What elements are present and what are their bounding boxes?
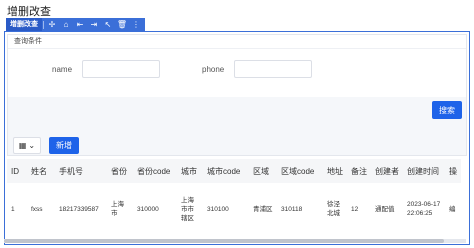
designer-toolbar: 增删改查 ✢ ⌂ ⇤ ⇥ ↖ 🗑 ⋮ [6, 18, 145, 31]
column-header: 备注 [347, 159, 371, 183]
cell-remark: 12 [351, 205, 359, 213]
move-icon[interactable]: ✢ [45, 18, 59, 31]
cell-province-code: 310000 [137, 205, 159, 213]
chevron-down-icon: ⌄ [28, 141, 36, 150]
phone-label: phone [202, 65, 225, 74]
search-panel-title: 查询条件 [8, 35, 466, 49]
column-header: 区域 [249, 159, 277, 183]
cell-province: 上海市 [111, 201, 124, 217]
column-header: ID [7, 159, 27, 183]
edit-link[interactable]: 编 [445, 183, 461, 235]
align-left-icon[interactable]: ⇤ [73, 18, 87, 31]
column-header: 省份code [133, 159, 177, 183]
column-header: 区域code [277, 159, 323, 183]
home-icon[interactable]: ⌂ [59, 18, 73, 31]
column-header: 城市 [177, 159, 203, 183]
more-icon[interactable]: ⋮ [129, 18, 143, 31]
toolbar-divider [43, 20, 44, 29]
align-right-icon[interactable]: ⇥ [87, 18, 101, 31]
column-header: 操 [445, 159, 461, 183]
search-button[interactable]: 搜索 [432, 101, 462, 119]
column-header: 省份 [107, 159, 133, 183]
column-header: 手机号 [55, 159, 107, 183]
column-header: 地址 [323, 159, 347, 183]
cell-phone: 18217339587 [59, 205, 99, 213]
cell-creator: 通配值 [375, 205, 395, 213]
delete-icon[interactable]: 🗑 [115, 18, 129, 31]
component-frame: 查询条件 name phone 搜索 ▦ ⌄ 新增 ID 姓名 手机号 省份 省… [4, 31, 470, 245]
table-header-row: ID 姓名 手机号 省份 省份code 城市 城市code 区域 区域code … [7, 159, 461, 183]
view-toggle-dropdown[interactable]: ▦ ⌄ [13, 137, 41, 154]
column-header: 姓名 [27, 159, 55, 183]
data-table: ID 姓名 手机号 省份 省份code 城市 城市code 区域 区域code … [7, 159, 461, 235]
add-button[interactable]: 新增 [49, 137, 79, 154]
page-title: 增删改查 [7, 6, 51, 18]
cell-district: 青浦区 [253, 205, 273, 213]
horizontal-scrollbar[interactable] [4, 239, 466, 243]
cell-district-code: 310118 [281, 205, 303, 213]
table-row: 1 fxss 18217339587 上海市 310000 上海市市辖区 310… [7, 183, 461, 235]
toolbar-label: 增删改查 [6, 18, 42, 31]
phone-input[interactable] [234, 60, 312, 78]
name-input[interactable] [82, 60, 160, 78]
cell-id: 1 [11, 205, 15, 213]
cell-city: 上海市市辖区 [181, 196, 194, 222]
cell-created-time: 2023-06-17 22:06:25 [407, 201, 441, 217]
cell-name: fxss [31, 205, 43, 213]
name-label: name [52, 65, 73, 74]
scrollbar-thumb[interactable] [4, 239, 444, 243]
grid-icon: ▦ [18, 141, 27, 150]
pick-icon[interactable]: ↖ [101, 18, 115, 31]
cell-city-code: 310100 [207, 205, 229, 213]
column-header: 城市code [203, 159, 249, 183]
cell-address: 徐泾北城 [327, 201, 340, 217]
column-header: 创建者 [371, 159, 403, 183]
column-header: 创建时间 [403, 159, 445, 183]
table-actions: ▦ ⌄ 新增 [7, 134, 467, 156]
